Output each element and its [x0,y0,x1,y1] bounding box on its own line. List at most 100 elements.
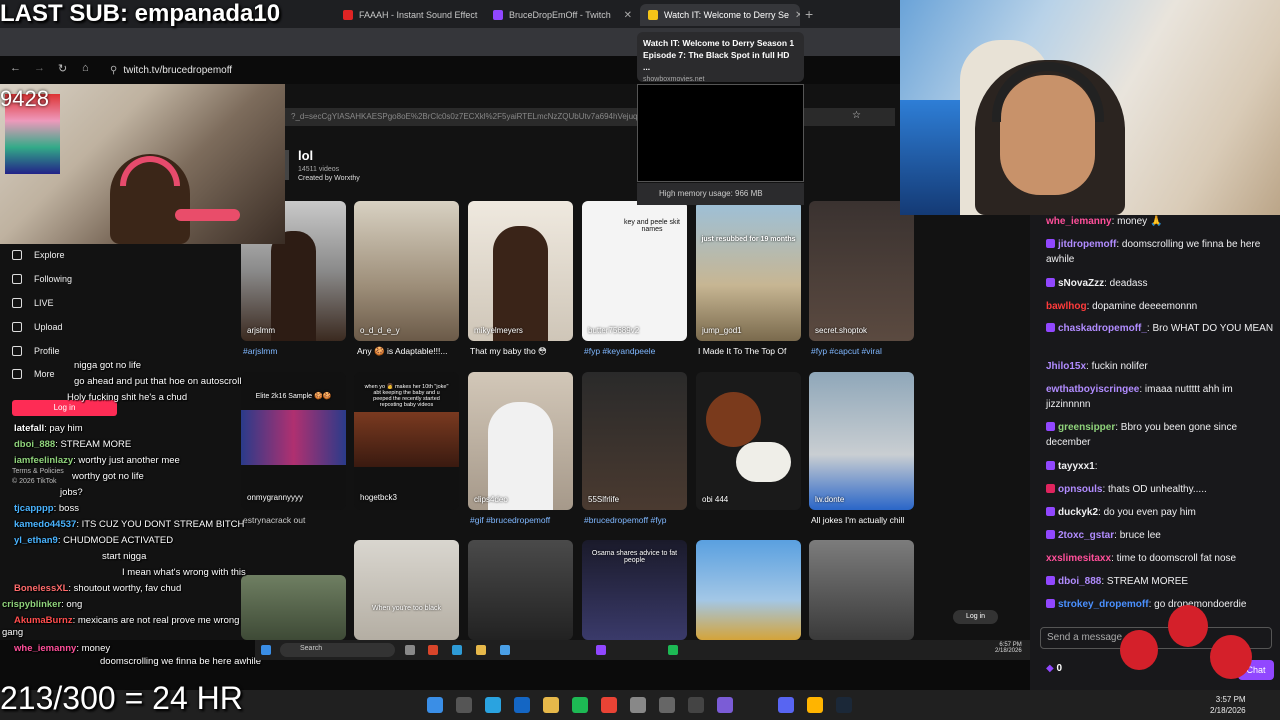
created-by: Created by Worxthy [298,175,360,182]
folder-icon[interactable] [476,645,486,655]
login-button-small[interactable]: Log in [953,610,998,624]
video-card[interactable] [696,540,801,640]
chat-message: ewthatboyiscringee: imaaa nuttttt ahh im… [1046,384,1233,410]
video-card[interactable]: key and peele skit names butter75689v2 [582,201,687,341]
sub-badge-icon [1046,239,1055,248]
nav-profile[interactable]: Profile [12,346,60,356]
site-icon [648,10,658,20]
spotify-icon[interactable] [668,645,678,655]
chat-message: xxslimesitaxx: time to doomscroll fat no… [1046,553,1237,564]
video-card[interactable]: obi 444 [696,372,801,510]
chat-message: go ahead and put that hoe on autoscroll [74,376,242,387]
video-card[interactable]: Elite 2k16 Sample 🍪🍪 onmygrannyyyy [241,372,346,510]
video-card[interactable] [809,540,914,640]
video-caption[interactable]: estrynacrack out [243,515,353,525]
app-icon[interactable] [688,697,704,713]
chrome-icon[interactable] [601,697,617,713]
bookmark-star-icon[interactable]: ☆ [852,110,861,121]
chat-message: worthy got no life [72,471,144,482]
chat-message: latefall: pay him [14,423,83,434]
video-card[interactable] [241,575,346,640]
chat-message: BonelessXL: shoutout worthy, fav chud [14,583,182,594]
video-caption[interactable]: I Made It To The Top Of [698,346,803,356]
nav-more[interactable]: More [12,369,55,379]
reload-icon[interactable]: ↻ [58,62,67,75]
edge-icon[interactable] [485,697,501,713]
nav-live[interactable]: LIVE [12,298,54,308]
home-icon[interactable]: ⌂ [82,62,89,74]
taskview-icon[interactable] [456,697,472,713]
chat-message: whe_iemanny: money [14,643,111,654]
tab-twitch[interactable]: BruceDropEmOff - Twitch ✕ [485,4,640,26]
sub-badge-icon [1046,599,1055,608]
chrome-icon[interactable] [452,645,462,655]
videos-count: 14511 videos [298,166,340,173]
app-icon[interactable] [428,645,438,655]
video-card[interactable]: mikyelmeyers [468,201,573,341]
video-caption[interactable]: #fyp #capcut #viral [811,346,916,356]
twitch-icon[interactable] [596,645,606,655]
sub-badge-icon [1046,576,1055,585]
nav-following[interactable]: Following [12,274,72,284]
chat-message: yl_ethan9: CHUDMODE ACTIVATED [14,535,174,546]
video-card[interactable]: just resubbed for 19 months jump_god1 [696,201,801,341]
chat-message: tjcapppp: boss [14,503,79,514]
video-card[interactable]: 55Slfrlife [582,372,687,510]
more-icon [12,369,22,379]
xbox-icon[interactable] [572,697,588,713]
inner-search[interactable]: Search [280,643,395,657]
video-card[interactable]: when yo 👩 makes her 10th "joke" abt keep… [354,372,459,510]
nav-upload[interactable]: Upload [12,322,63,332]
video-card[interactable] [468,540,573,640]
windows-icon[interactable] [261,645,271,655]
tab-tooltip: Watch IT: Welcome to Derry Season 1 Epis… [637,32,804,83]
steam-icon[interactable] [836,697,852,713]
nav-explore[interactable]: Explore [12,250,65,260]
close-icon[interactable]: ✕ [795,10,800,21]
spiderman-sticker [1210,635,1252,679]
video-card[interactable]: o_d_d_e_y [354,201,459,341]
tab-faaah[interactable]: FAAAH - Instant Sound Effect B ✕ [335,4,480,26]
app-icon[interactable] [807,697,823,713]
app-icon[interactable] [500,645,510,655]
chat-message: nigga got no life [74,360,142,371]
video-caption[interactable]: #fyp #keyandpeele [584,346,689,356]
live-icon [12,298,22,308]
taskview-icon[interactable] [405,645,415,655]
forward-icon[interactable]: → [34,62,45,74]
chat-message: opnsouls: thats OD unhealthy..... [1046,482,1276,497]
chat-message: dboi_888: STREAM MOREE [1046,574,1276,589]
url-field[interactable]: ⚲ twitch.tv/brucedropemoff [110,61,630,79]
copyright: © 2026 TikTok [12,478,57,485]
video-caption[interactable]: Any 🍪 is Adaptable!!!... [357,346,462,357]
heart-badge-icon [1046,484,1055,493]
video-caption[interactable]: That my baby tho 😳 [470,346,575,357]
discord-icon[interactable] [778,697,794,713]
tab-watch-it[interactable]: Watch IT: Welcome to Derry Se ✕ [640,4,800,26]
chat-message: doomscrolling we finna be here awhile [100,656,262,667]
app-icon[interactable] [717,697,733,713]
video-card[interactable]: secret.shoptok [809,201,914,341]
video-caption[interactable]: All jokes I'm actually chill [811,515,916,525]
terms-link[interactable]: Terms & Policies [12,468,64,475]
video-card[interactable]: Osama shares advice to fat people [582,540,687,640]
chat-message: jitdropemoff: doomscrolling we finna be … [1046,239,1261,265]
windows-icon[interactable] [427,697,443,713]
outlook-icon[interactable] [514,697,530,713]
video-caption[interactable]: #brucedropemoff #fyp [584,515,689,525]
video-caption[interactable]: #gif #brucedropemoff [470,515,575,525]
back-icon[interactable]: ← [10,62,21,74]
video-card[interactable]: lw.donte [809,372,914,510]
app-icon[interactable] [630,697,646,713]
new-tab-button[interactable]: + [805,6,813,22]
chat-message: I mean what's wrong with this [122,567,246,578]
app-icon[interactable] [659,697,675,713]
sub-badge-icon [1046,461,1055,470]
close-icon[interactable]: ✕ [624,10,632,21]
folder-icon[interactable] [543,697,559,713]
video-card[interactable]: When you're too black [354,540,459,640]
video-caption[interactable]: #arjslmm [243,346,348,356]
channel-points[interactable]: ◆ 0 [1046,663,1062,674]
chat-message: crispyblinker: ong [2,599,83,610]
video-card[interactable]: clips4deo [468,372,573,510]
